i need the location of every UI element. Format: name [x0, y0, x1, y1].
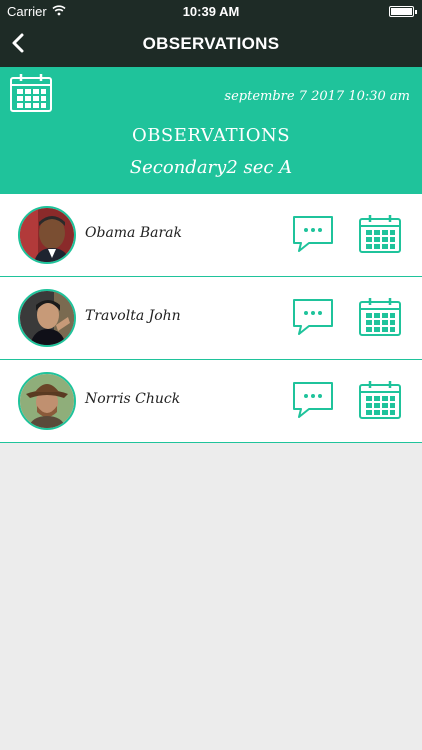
observation-date: septembre 7 2017 10:30 am	[224, 89, 410, 104]
calendar-icon[interactable]	[358, 297, 402, 337]
class-header: septembre 7 2017 10:30 am OBSERVATIONS S…	[0, 67, 422, 194]
student-name: Travolta John	[85, 308, 181, 324]
navigation-bar: OBSERVATIONS	[0, 22, 422, 67]
battery-icon	[389, 6, 417, 17]
avatar	[18, 289, 76, 347]
student-name: Norris Chuck	[85, 391, 181, 407]
chat-icon[interactable]	[291, 214, 335, 254]
calendar-icon[interactable]	[358, 214, 402, 254]
calendar-icon[interactable]	[9, 73, 53, 113]
status-bar: Carrier 10:39 AM	[0, 0, 422, 22]
list-item[interactable]: Obama Barak	[0, 194, 422, 277]
avatar	[18, 372, 76, 430]
header-title: OBSERVATIONS	[131, 125, 291, 146]
student-name: Obama Barak	[85, 225, 183, 241]
list-item[interactable]: Norris Chuck	[0, 360, 422, 443]
page-title: OBSERVATIONS	[142, 34, 280, 53]
top-bar: Carrier 10:39 AM OBSERVATIONS	[0, 0, 422, 67]
avatar	[18, 206, 76, 264]
chat-icon[interactable]	[291, 297, 335, 337]
student-list: Obama Barak Travolta John Norris Chuck	[0, 194, 422, 443]
list-item[interactable]: Travolta John	[0, 277, 422, 360]
back-button[interactable]	[6, 30, 32, 56]
class-name: Secondary2 sec A	[129, 157, 293, 178]
status-time: 10:39 AM	[182, 4, 240, 19]
chat-icon[interactable]	[291, 380, 335, 420]
calendar-icon[interactable]	[358, 380, 402, 420]
